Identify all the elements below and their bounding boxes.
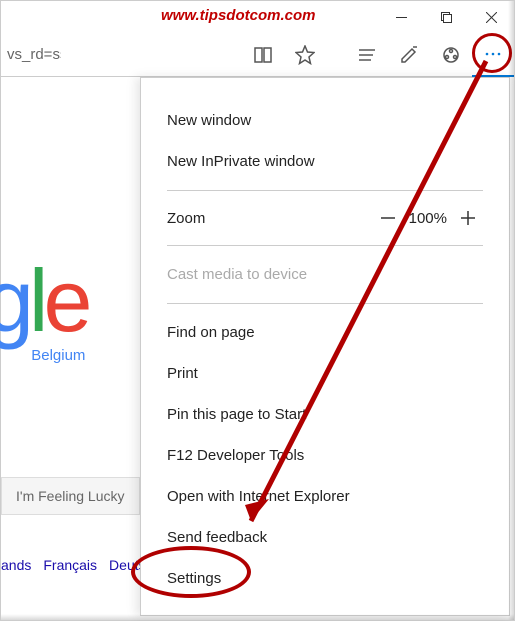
favorite-star-icon[interactable] (284, 33, 326, 77)
toolbar: vs_rd=ssl (1, 33, 514, 77)
web-note-icon[interactable] (388, 33, 430, 77)
language-link[interactable]: Français (43, 557, 97, 573)
menu-open-ie[interactable]: Open with Internet Explorer (167, 476, 483, 517)
browser-window: www.tipsdotcom.com vs_rd=ssl ogle Belgiu… (0, 0, 515, 621)
reading-view-icon[interactable] (242, 33, 284, 77)
menu-cast: Cast media to device (167, 254, 483, 295)
menu-settings[interactable]: Settings (167, 558, 483, 599)
menu-divider (167, 245, 483, 246)
zoom-in-button[interactable] (453, 209, 483, 227)
titlebar: www.tipsdotcom.com (1, 1, 514, 33)
zoom-label: Zoom (167, 210, 205, 227)
language-links: ands Français Deutsch (1, 557, 160, 573)
menu-new-inprivate[interactable]: New InPrivate window (167, 141, 483, 182)
watermark-text: www.tipsdotcom.com (161, 7, 315, 24)
menu-zoom-row: Zoom 100% (167, 199, 483, 237)
menu-pin[interactable]: Pin this page to Start (167, 394, 483, 435)
minimize-button[interactable] (379, 2, 424, 32)
google-country: Belgium (31, 347, 85, 364)
menu-print[interactable]: Print (167, 353, 483, 394)
google-logo-area: ogle Belgium (0, 257, 87, 364)
menu-find[interactable]: Find on page (167, 312, 483, 353)
menu-new-window[interactable]: New window (167, 100, 483, 141)
more-menu-panel: New window New InPrivate window Zoom 100… (140, 77, 510, 616)
shadow-bottom (1, 614, 514, 620)
menu-divider (167, 303, 483, 304)
maximize-button[interactable] (424, 2, 469, 32)
language-link[interactable]: ands (1, 557, 31, 573)
zoom-value: 100% (403, 210, 453, 227)
menu-devtools[interactable]: F12 Developer Tools (167, 435, 483, 476)
menu-feedback[interactable]: Send feedback (167, 517, 483, 558)
feeling-lucky-button[interactable]: I'm Feeling Lucky (1, 477, 140, 515)
google-logo: ogle (0, 257, 87, 345)
url-fragment[interactable]: vs_rd=ssl (1, 46, 61, 63)
zoom-out-button[interactable] (373, 209, 403, 227)
share-icon[interactable] (430, 33, 472, 77)
hub-icon[interactable] (346, 33, 388, 77)
shadow-right (508, 1, 514, 620)
menu-divider (167, 190, 483, 191)
